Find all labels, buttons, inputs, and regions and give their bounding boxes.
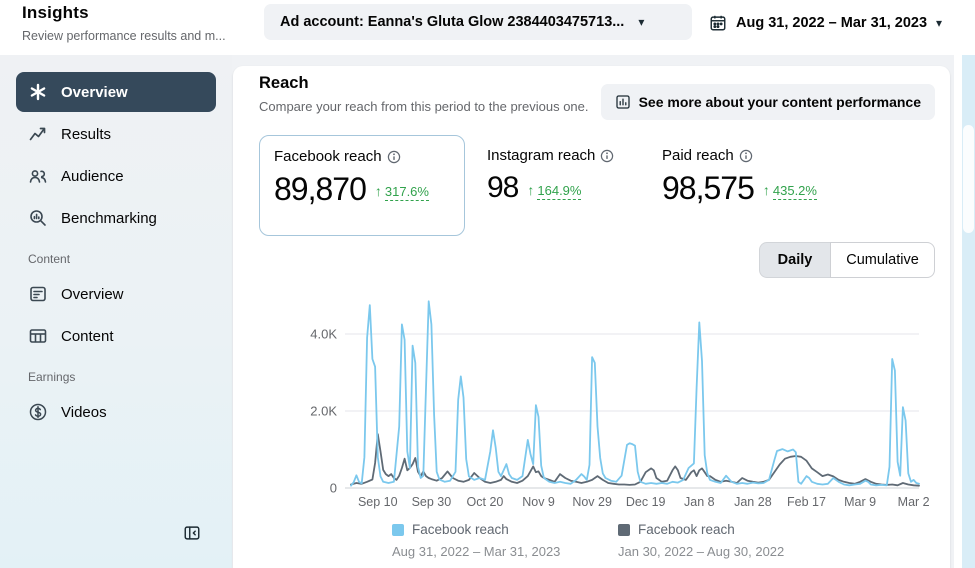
sidebar-item-label: Overview — [61, 83, 128, 101]
metric-delta-percent[interactable]: 164.9% — [537, 183, 582, 200]
info-icon[interactable] — [387, 150, 401, 164]
toggle-cumulative-button[interactable]: Cumulative — [830, 242, 935, 278]
sidebar-item-label: Videos — [61, 403, 107, 421]
svg-text:Mar 9: Mar 9 — [844, 495, 876, 509]
sidebar-item-content-overview[interactable]: Overview — [16, 274, 216, 314]
legend-previous-period: Facebook reach Jan 30, 2022 – Aug 30, 20… — [618, 522, 784, 559]
svg-text:Sep 30: Sep 30 — [412, 495, 452, 509]
search-chart-icon — [30, 210, 46, 226]
sidebar-item-label: Benchmarking — [61, 209, 157, 227]
legend-label: Facebook reach — [412, 522, 509, 537]
top-header: Insights Review performance results and … — [0, 0, 975, 55]
svg-text:Sep 10: Sep 10 — [358, 495, 398, 509]
bar-chart-icon — [615, 95, 630, 109]
legend-label: Facebook reach — [638, 522, 735, 537]
reach-card: Reach Compare your reach from this perio… — [233, 66, 950, 568]
reach-section-subtitle: Compare your reach from this period to t… — [259, 99, 589, 114]
sidebar: Overview Results Audience Benchmarking C… — [0, 55, 232, 568]
see-more-label: See more about your content performance — [638, 94, 921, 110]
sidebar-item-overview[interactable]: Overview — [16, 72, 216, 112]
metric-instagram-reach[interactable]: Instagram reach 98 ↑ 164.9% — [487, 147, 614, 208]
sidebar-section-content: Content — [28, 252, 71, 266]
up-arrow-icon: ↑ — [527, 182, 535, 198]
svg-text:Nov 29: Nov 29 — [572, 495, 612, 509]
legend-period: Aug 31, 2022 – Mar 31, 2023 — [392, 544, 561, 559]
date-range-label: Aug 31, 2022 – Mar 31, 2023 — [736, 15, 928, 31]
posts-icon — [30, 286, 46, 302]
sidebar-item-benchmarking[interactable]: Benchmarking — [16, 198, 216, 238]
metric-paid-reach[interactable]: Paid reach 98,575 ↑ 435.2% — [662, 147, 817, 208]
svg-text:2.0K: 2.0K — [310, 404, 337, 419]
legend-swatch — [618, 523, 630, 536]
chevron-down-icon: ▾ — [638, 15, 645, 29]
sidebar-item-label: Audience — [61, 167, 124, 185]
metric-facebook-reach[interactable]: Facebook reach 89,870 ↑ 317.6% — [259, 135, 465, 236]
sidebar-nav: Overview Results Audience Benchmarking C… — [16, 72, 216, 434]
overview-asterisk-icon — [30, 83, 46, 101]
see-more-button[interactable]: See more about your content performance — [600, 84, 935, 120]
legend-current-period: Facebook reach Aug 31, 2022 – Mar 31, 20… — [392, 522, 560, 559]
svg-text:Oct 20: Oct 20 — [467, 495, 504, 509]
metric-delta: ↑ 435.2% — [763, 182, 817, 200]
sidebar-item-videos[interactable]: Videos — [16, 392, 216, 432]
sidebar-item-results[interactable]: Results — [16, 114, 216, 154]
metric-label: Facebook reach — [274, 148, 382, 165]
page-title: Insights — [22, 3, 89, 22]
metric-value: 98,575 — [662, 170, 755, 206]
legend-period: Jan 30, 2022 – Aug 30, 2022 — [618, 544, 785, 559]
scrollbar-thumb[interactable] — [963, 125, 974, 233]
sidebar-item-label: Results — [61, 125, 112, 143]
ad-account-dropdown[interactable]: Ad account: Eanna's Gluta Glow 238440347… — [264, 4, 692, 40]
svg-text:Feb 17: Feb 17 — [787, 495, 826, 509]
up-arrow-icon: ↑ — [374, 183, 382, 199]
chart-mode-toggle: Daily Cumulative — [759, 242, 935, 278]
date-range-picker[interactable]: Aug 31, 2022 – Mar 31, 2023 ▾ — [703, 8, 948, 38]
collapse-sidebar-icon — [184, 526, 200, 540]
toggle-daily-button[interactable]: Daily — [759, 242, 830, 278]
sidebar-item-label: Content — [61, 327, 114, 345]
info-icon[interactable] — [739, 149, 753, 163]
svg-text:Dec 19: Dec 19 — [626, 495, 666, 509]
insights-page: Insights Review performance results and … — [0, 0, 975, 568]
reach-chart[interactable]: 0 2.0K 4.0K Sep 10 Sep 30 Oct 20 Nov 9 Nov 29 De… — [293, 300, 933, 515]
title-block: Insights Review performance results and … — [22, 3, 226, 43]
collapse-sidebar-button[interactable] — [183, 524, 201, 542]
metric-delta-percent[interactable]: 317.6% — [384, 184, 429, 201]
svg-text:0: 0 — [330, 481, 337, 496]
chart-line-icon — [29, 127, 46, 141]
vertical-scrollbar[interactable] — [962, 55, 975, 568]
sidebar-item-content[interactable]: Content — [16, 316, 216, 356]
metric-label: Paid reach — [662, 147, 734, 164]
svg-text:Mar 2: Mar 2 — [898, 495, 930, 509]
svg-text:4.0K: 4.0K — [310, 327, 337, 342]
metric-value: 98 — [487, 171, 519, 204]
metric-delta: ↑ 317.6% — [375, 183, 429, 201]
dollar-circle-icon — [29, 403, 47, 421]
table-icon — [29, 329, 47, 343]
metric-value: 89,870 — [274, 171, 367, 207]
sidebar-section-earnings: Earnings — [28, 370, 76, 384]
people-icon — [29, 170, 47, 183]
svg-text:Jan 8: Jan 8 — [684, 495, 715, 509]
svg-text:Jan 28: Jan 28 — [734, 495, 772, 509]
metric-label: Instagram reach — [487, 147, 596, 164]
page-subtitle: Review performance results and m... — [22, 29, 226, 43]
up-arrow-icon: ↑ — [762, 182, 770, 198]
sidebar-item-label: Overview — [61, 285, 124, 303]
legend-swatch — [392, 523, 404, 536]
svg-text:Nov 9: Nov 9 — [522, 495, 555, 509]
calendar-icon — [710, 15, 726, 31]
reach-section-title: Reach — [259, 74, 309, 92]
ad-account-label: Ad account: Eanna's Gluta Glow 238440347… — [280, 14, 625, 30]
metric-delta-percent[interactable]: 435.2% — [772, 183, 817, 200]
metric-delta: ↑ 164.9% — [527, 182, 582, 200]
sidebar-item-audience[interactable]: Audience — [16, 156, 216, 196]
info-icon[interactable] — [600, 149, 614, 163]
chevron-down-icon: ▾ — [936, 16, 943, 30]
